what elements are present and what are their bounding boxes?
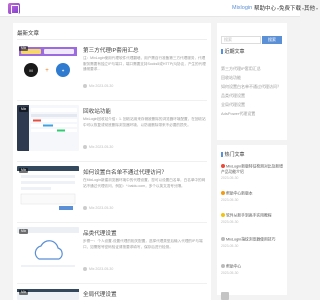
post-excerpt: 注：MixLogin使用代理软件代理翻墙，用户需自行准备第三方代理服务，代理服务… [83,56,206,71]
hot-post-date: 2023-05-30 [221,243,239,248]
rank-dot-icon [221,191,225,195]
nav-label: 免费下载 [279,6,302,12]
post-meta: Mix 2023-05-30 [83,267,113,271]
post-title[interactable]: 品类代理设置 [83,229,117,237]
svg-text:M: M [29,68,32,73]
hot-post-item[interactable]: 帮助中心新版本 2023-05-30 [221,191,285,202]
post-title[interactable]: 全局代理设置 [83,290,117,298]
hot-post-title[interactable]: 帮助中心 [226,265,241,269]
recent-post-link[interactable]: AdsPower代理设置 [221,111,255,117]
post-title[interactable]: 第三方代理IP套用汇总 [83,46,139,54]
rank-dot-icon [221,264,225,268]
hot-post-item[interactable]: MixLogin指纹浏览器使用技巧 2023-05-30 [221,237,285,248]
hot-post-item[interactable]: 软件从新手到高手实用教程 2023-05-30 [221,213,285,224]
hot-post-item[interactable]: 帮助中心 2023-05-30 [221,264,285,275]
recent-post-link[interactable]: 全局代理设置 [221,102,245,108]
chevron-down-icon: ▾ [316,6,319,11]
recent-post-link[interactable]: 回收站功能 [221,75,241,81]
nav-label: 其他 [304,6,316,12]
author-badge: Mix [19,290,29,295]
author-avatar [83,145,87,149]
post-card[interactable]: Mix 如何设置白名单不通过代理访问？ 在MixLogin新建浏览器环境中的代理… [17,166,207,223]
post-thumbnail[interactable]: Mix [17,166,79,212]
hot-post-item[interactable]: MixLogin新版特征检测对比及新增产品功能介绍 2023-05-30 [221,164,285,180]
search-input[interactable]: 搜索 [221,36,261,44]
rank-dot-icon [221,164,225,168]
hot-post-date: 2023-05-30 [221,175,239,180]
author-badge: Mix [19,107,29,112]
hot-post-date: 2023-05-30 [221,219,239,224]
heading-accent [221,49,223,54]
post-excerpt: 步骤一：个人设置-设置代理的相关配置，选择代理类型后输入代理的IP与端口，如需账… [83,239,203,249]
recent-post-link[interactable]: 第三方代理IP套用汇总 [221,66,261,72]
post-card[interactable]: Mix 品类代理设置 步骤一：个人设置-设置代理的相关配置，选择代理类型后输入代… [17,227,207,284]
heading-accent [221,152,223,157]
hot-post-date: 2023-05-30 [221,197,239,202]
post-meta: Mix 2023-05-30 [83,206,113,210]
author-avatar [83,84,87,88]
divider [17,39,207,40]
post-title[interactable]: 如何设置白名单不通过代理访问？ [83,168,167,176]
author-avatar [83,267,87,271]
author-badge: Mix [19,229,29,234]
sidebar-recent-panel: 搜索 搜索 近期文章 第三方代理IP套用汇总 回收站功能 如何设置白名单不通过代… [217,23,287,140]
author-avatar [83,206,87,210]
rank-dot-icon [221,213,225,217]
site-logo[interactable] [8,3,20,14]
post-thumbnail[interactable]: Mix [17,105,79,151]
hot-post-title[interactable]: 软件从新手到高手实用教程 [226,214,272,218]
recent-posts-heading: 近期文章 [217,48,249,55]
nav-item-download[interactable]: 免费下载▾ [279,4,304,13]
nav-item-help[interactable]: 帮助中心▾ [254,4,279,13]
nav-label: Mixlogin [232,5,253,11]
nav-item-home[interactable]: Mixlogin [232,4,252,13]
post-meta: Mix 2023-05-30 [83,84,113,88]
section-title: 最新文章 [17,31,40,37]
post-card[interactable]: Mix 全局代理设置 [17,288,207,300]
sidebar-hot-panel: 热门文章 MixLogin新版特征检测对比及新增产品功能介绍 2023-05-3… [217,145,287,295]
svg-text:+: + [45,68,49,74]
top-navbar: Mixlogin 帮助中心▾ 免费下载▾ 其他▾ [0,0,318,17]
author-badge: Mix [19,46,29,51]
post-excerpt: MixLogin回收站介绍：1. 回收站用来存储被删除的浏览器环境配置，在回收站… [83,117,206,127]
recent-post-link[interactable]: 品类代理设置 [221,93,245,99]
nav-label: 帮助中心 [254,6,277,12]
search-button[interactable]: 搜索 [262,36,282,44]
recent-post-link[interactable]: 如何设置白名单不通过代理访问？ [221,84,281,90]
hot-post-title[interactable]: MixLogin指纹浏览器使用技巧 [226,238,275,242]
rank-dot-icon [221,237,225,241]
nav-item-other[interactable]: 其他▾ [304,4,318,13]
post-card[interactable]: Mix 回收站功能 MixLogin回收站介绍：1. 回收站用来存储被删除的浏览… [17,105,207,162]
latest-posts-panel: 最新文章 M ✦ + Mix 第三方代理IP套用汇总 注：MixLogin使用代… [13,23,211,300]
hot-posts-heading: 热门文章 [217,151,249,158]
hot-post-title[interactable]: MixLogin新版特征检测对比及新增产品功能介绍 [221,165,283,174]
hot-post-date: 2023-05-30 [221,270,239,275]
post-title[interactable]: 回收站功能 [83,107,111,115]
author-badge: Mix [19,168,29,173]
post-card[interactable]: M ✦ + Mix 第三方代理IP套用汇总 注：MixLogin使用代理软件代理… [17,44,207,101]
post-thumbnail[interactable]: Mix [17,288,79,300]
back-to-top-button[interactable] [221,292,229,300]
post-thumbnail[interactable]: Mix [17,227,79,273]
post-meta: Mix 2023-05-30 [83,145,113,149]
hot-post-title[interactable]: 帮助中心新版本 [226,192,253,196]
post-excerpt: 在MixLogin新建浏览器环境中的代理设置，您可以设置白名单，白名单中的网站不… [83,178,206,188]
post-thumbnail[interactable]: M ✦ + Mix [17,44,79,90]
